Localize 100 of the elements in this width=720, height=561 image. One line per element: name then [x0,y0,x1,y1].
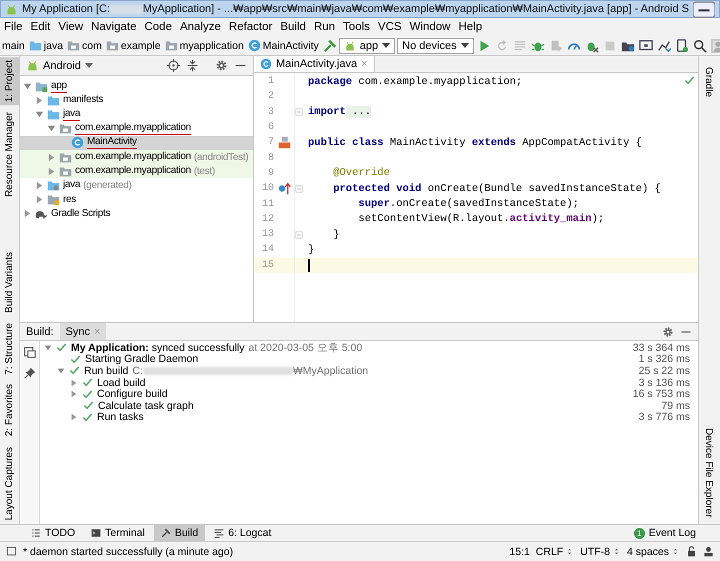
collapsed-arrow-icon[interactable] [35,180,44,190]
menu-item[interactable]: Window [410,21,450,33]
collapsed-arrow-icon[interactable] [35,96,44,105]
menu-item[interactable]: Refactor [228,21,272,33]
menu-item[interactable]: Navigate [91,21,136,33]
collapsed-arrow-icon[interactable] [70,390,78,398]
settings-icon[interactable] [662,326,674,338]
count-badge: 1 [634,528,645,538]
breadcrumb[interactable]: example [106,39,161,52]
menu-item[interactable]: Help [458,21,482,33]
breadcrumb[interactable]: java [28,39,64,52]
menu-item[interactable]: Tools [343,21,370,33]
fold-icon[interactable] [294,107,304,118]
build-step-label[interactable]: Run tasks [97,411,144,424]
project-view-dropdown[interactable]: Android [26,59,93,72]
override-icon[interactable] [278,182,290,196]
menu-item[interactable]: Code [144,21,172,33]
tree-item[interactable]: manifests [20,93,253,108]
line-separator[interactable]: CRLF [536,546,564,558]
tree-item[interactable]: java (generated) [20,178,253,192]
fold-icon[interactable] [294,230,304,240]
inspector-icon[interactable] [703,546,714,557]
tool-window-tab[interactable]: 2: Favorites [0,381,19,440]
indent-setting[interactable]: 4 spaces [626,546,669,558]
device-dropdown[interactable]: No devices [397,38,474,54]
line-number: 13 [260,229,274,240]
tree-item[interactable]: MainActivity [20,136,253,150]
expanded-arrow-icon[interactable] [57,366,65,375]
collapsed-arrow-icon[interactable] [47,152,56,162]
build-step-label[interactable]: Run build [84,364,128,377]
hammer-icon [160,528,171,538]
run-config-dropdown[interactable]: app [338,38,396,54]
tool-window-tab[interactable]: Build [154,525,206,541]
tool-window-tab[interactable]: 6: Logcat [207,525,278,541]
tool-window-tab[interactable]: Device File Explorer [699,424,718,520]
tool-window-tab[interactable]: TODO [24,525,82,541]
event-log-button[interactable]: 1 Event Log [634,525,720,541]
breadcrumb[interactable]: com [67,39,102,52]
breadcrumb[interactable]: myapplication [164,39,244,52]
build-step-label[interactable]: Load build [97,376,146,389]
check-icon [684,75,695,86]
search-icon[interactable] [692,38,707,52]
tree-item[interactable]: com.example.myapplication (test) [20,164,253,178]
expanded-arrow-icon[interactable] [47,124,56,134]
crosshair-icon[interactable] [167,59,180,72]
tree-item[interactable]: res [20,192,253,207]
tool-window-tab[interactable]: Layout Captures [0,444,19,523]
menu-item[interactable]: View [58,21,84,33]
monitor-icon[interactable] [638,38,653,52]
tree-item[interactable]: Gradle Scripts [20,206,253,221]
build-step-label[interactable]: Configure build [97,388,168,400]
android-icon [5,2,18,16]
panel-tab[interactable]: Sync × [60,323,106,340]
menu-item[interactable]: VCS [378,21,402,33]
menu-item[interactable]: Analyze [180,21,221,33]
filter-icon[interactable] [23,346,36,359]
collapsed-arrow-icon[interactable] [70,378,78,387]
fold-icon[interactable] [294,184,304,194]
caret-position[interactable]: 15:1 [509,546,530,558]
up-down-icon [671,547,680,556]
expanded-arrow-icon[interactable] [35,110,44,119]
tool-window-tab[interactable]: 7: Structure [0,320,19,378]
padlock-icon[interactable] [686,546,697,557]
collapsed-arrow-icon[interactable] [70,413,78,422]
tree-item[interactable]: com.example.myapplication [20,122,253,136]
build-step-label[interactable]: My Application: synced successfully [71,342,244,354]
code-line: } [308,242,314,258]
tool-window-tab[interactable]: Gradle [699,64,718,100]
tool-window-tab[interactable]: Resource Manager [0,109,19,200]
file-encoding[interactable]: UTF-8 [580,546,610,558]
settings-icon[interactable] [215,59,228,72]
collapsed-arrow-icon[interactable] [35,195,44,204]
tool-window-tab[interactable]: 1: Project [0,57,19,106]
build-step-label[interactable]: Starting Gradle Daemon [85,353,198,366]
collapse-icon[interactable] [186,59,199,72]
collapsed-arrow-icon[interactable] [23,209,32,218]
tree-item-suffix: (generated) [83,180,132,191]
package-folder-icon [59,122,72,136]
hammer-icon[interactable] [322,38,337,52]
build-step-label[interactable]: Calculate task graph [98,400,194,412]
phone-icon[interactable] [674,38,689,52]
menu-item[interactable]: Build [280,21,306,33]
menu-item[interactable]: File [4,21,23,33]
list-icon [31,528,41,538]
expanded-arrow-icon[interactable] [44,344,52,352]
tree-item[interactable]: com.example.myapplication (androidTest) [20,150,253,164]
tree-item[interactable]: java [20,107,253,122]
tree-item[interactable]: app [20,79,253,94]
tool-window-tab[interactable]: Terminal [84,525,152,541]
breadcrumb[interactable]: main [2,40,25,52]
pin-icon[interactable] [24,367,36,379]
expanded-arrow-icon[interactable] [23,82,32,91]
menu-item[interactable]: Run [314,21,336,33]
collapsed-arrow-icon[interactable] [47,166,56,176]
menu-item[interactable]: Edit [30,21,50,33]
breadcrumb[interactable]: MainActivity [248,39,319,52]
layout-file-icon[interactable] [278,136,290,150]
editor-tab[interactable]: MainActivity.java × [254,56,375,72]
package-folder-icon [164,39,178,52]
tool-window-tab[interactable]: Build Variants [0,248,19,316]
